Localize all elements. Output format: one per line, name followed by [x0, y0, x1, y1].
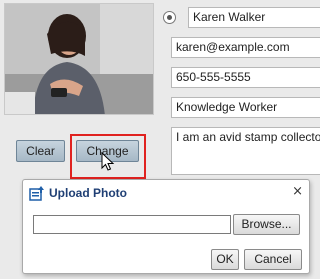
role-field[interactable]: Knowledge Worker [171, 97, 320, 118]
browse-button[interactable]: Browse... [233, 214, 300, 235]
phone-field[interactable]: 650-555-5555 [171, 67, 320, 88]
upload-photo-dialog: Upload Photo × Browse... OK Cancel [22, 179, 310, 274]
close-icon[interactable]: × [292, 184, 303, 199]
ok-button[interactable]: OK [211, 249, 239, 270]
clear-photo-button[interactable]: Clear [16, 140, 65, 162]
profile-photo [4, 3, 154, 115]
primary-contact-radio[interactable] [163, 11, 176, 24]
file-path-input[interactable] [33, 215, 231, 234]
profile-photo-image [5, 4, 153, 114]
mouse-pointer-icon [101, 152, 115, 171]
upload-photo-icon [29, 186, 44, 201]
cancel-button[interactable]: Cancel [244, 249, 302, 270]
bio-textarea[interactable]: I am an avid stamp collector [171, 127, 320, 175]
email-field[interactable]: karen@example.com [171, 37, 320, 58]
name-field[interactable]: Karen Walker [188, 7, 320, 28]
dialog-title: Upload Photo [49, 186, 127, 200]
